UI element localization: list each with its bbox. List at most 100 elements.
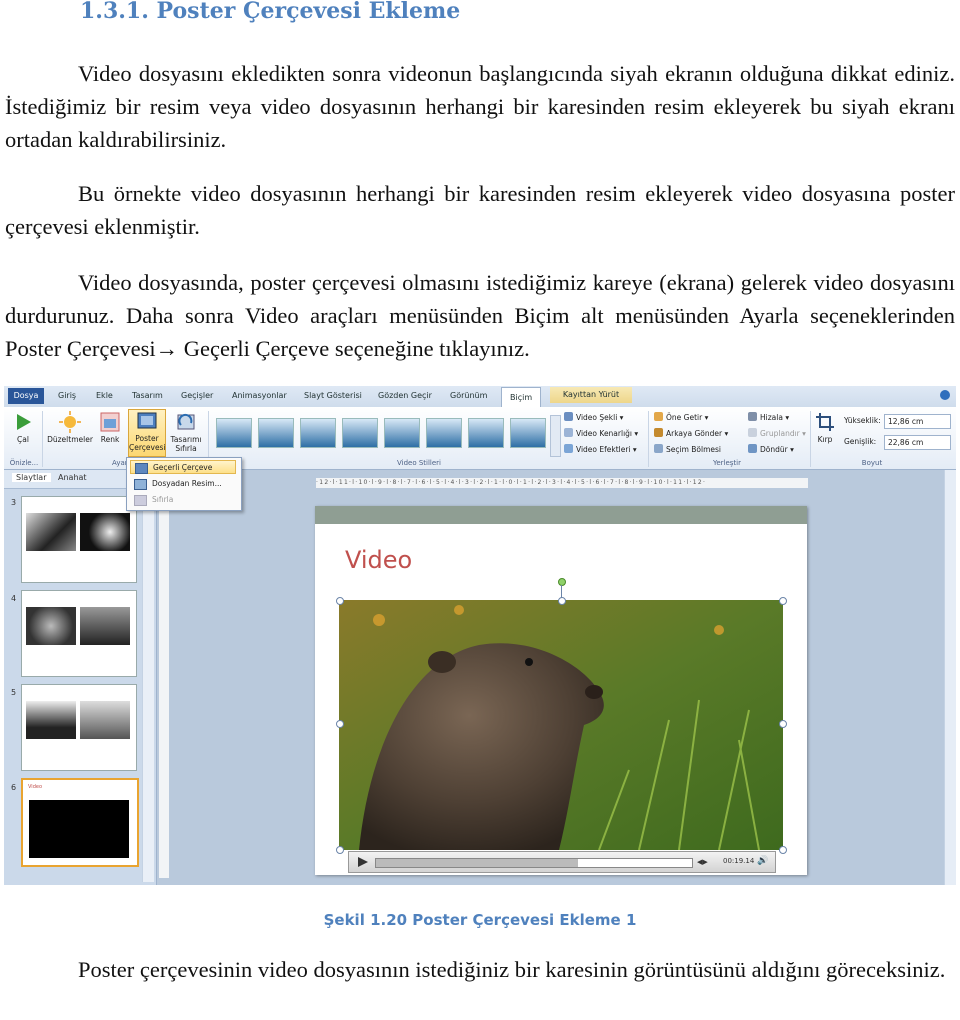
selection-pane-label: Seçim Bölmesi <box>666 445 722 454</box>
tab-view[interactable]: Görünüm <box>450 391 487 400</box>
resize-handle[interactable] <box>336 597 344 605</box>
vertical-ruler <box>159 494 169 878</box>
tab-review[interactable]: Gözden Geçir <box>378 391 432 400</box>
video-shape-icon <box>564 412 573 421</box>
align-label: Hizala <box>760 413 783 422</box>
video-controls: ◀▶ 00:19.14 🔊 <box>348 851 776 873</box>
ribbon-tabs: Dosya Giriş Ekle Tasarım Geçişler Animas… <box>4 386 956 408</box>
help-icon[interactable] <box>940 390 950 400</box>
selection-pane-button[interactable]: Seçim Bölmesi <box>654 444 721 454</box>
divider <box>648 411 649 467</box>
slide-title[interactable]: Video <box>345 546 412 574</box>
reset-icon <box>177 413 195 430</box>
horizontal-ruler: ·12·l·11·l·10·l·9·l·8·l·7·l·6·l·5·l·4·l·… <box>316 478 808 488</box>
slide-number: 4 <box>11 594 17 603</box>
video-style-thumb[interactable] <box>300 418 336 448</box>
video-frame[interactable] <box>339 600 783 850</box>
video-style-thumb[interactable] <box>216 418 252 448</box>
reset-option[interactable]: Sıfırla <box>130 493 236 507</box>
video-style-thumb[interactable] <box>426 418 462 448</box>
play-icon[interactable] <box>357 856 369 868</box>
color-icon <box>100 412 120 432</box>
group-menu[interactable]: Gruplandır ▾ <box>748 428 806 438</box>
sun-icon <box>59 411 81 433</box>
video-border-icon <box>564 428 573 437</box>
video-style-thumb[interactable] <box>468 418 504 448</box>
video-style-thumb[interactable] <box>258 418 294 448</box>
slide-thumbnail-3[interactable] <box>21 496 137 583</box>
resize-handle[interactable] <box>558 597 566 605</box>
height-label: Yükseklik: <box>844 416 881 425</box>
tab-format[interactable]: Biçim <box>501 387 542 407</box>
resize-handle[interactable] <box>779 846 787 854</box>
tab-slideshow[interactable]: Slayt Gösterisi <box>304 391 362 400</box>
color-button[interactable]: Renk <box>96 411 124 444</box>
tab-outline[interactable]: Anahat <box>58 473 87 482</box>
slides-pane: Slaytlar Anahat 3 4 5 6 Video <box>4 470 157 885</box>
rotate-icon <box>748 444 757 453</box>
tab-slides[interactable]: Slaytlar <box>12 473 51 482</box>
reset-design-button[interactable]: Tasarımı Sıfırla <box>168 411 204 453</box>
tab-insert[interactable]: Ekle <box>96 391 113 400</box>
height-input[interactable]: 12,86 cm <box>884 414 951 429</box>
thumbnail-image <box>26 513 76 551</box>
width-label: Genişlik: <box>844 437 877 446</box>
image-from-file-label: Dosyadan Resim... <box>152 479 222 488</box>
video-shape-menu[interactable]: Video Şekli ▾ <box>564 412 623 422</box>
slide-thumbnail-6[interactable]: Video <box>21 778 139 867</box>
tab-playback[interactable]: Kayıttan Yürüt <box>550 387 632 403</box>
divider <box>42 411 43 467</box>
group-video-styles-label: Video Stilleri <box>397 459 441 467</box>
divider <box>810 411 811 467</box>
crop-button[interactable]: Kırp <box>812 411 838 444</box>
image-from-file-option[interactable]: Dosyadan Resim... <box>130 477 236 491</box>
resize-handle[interactable] <box>779 720 787 728</box>
paragraph-closing: Poster çerçevesinin video dosyasının ist… <box>5 953 955 986</box>
resize-handle[interactable] <box>336 720 344 728</box>
tab-transitions[interactable]: Geçişler <box>181 391 213 400</box>
paragraph-instructions: Video dosyasında, poster çerçevesi olmas… <box>5 266 955 365</box>
group-arrange-label: Yerleştir <box>713 459 741 467</box>
resize-handle[interactable] <box>779 597 787 605</box>
step-icons[interactable]: ◀▶ <box>697 858 708 866</box>
slide-thumbnail-4[interactable] <box>21 590 137 677</box>
styles-gallery-scroll[interactable] <box>550 415 561 457</box>
pane-scrollbar[interactable] <box>142 492 154 882</box>
video-border-menu[interactable]: Video Kenarlığı ▾ <box>564 428 638 438</box>
rotate-menu[interactable]: Döndür ▾ <box>748 444 794 454</box>
figure-caption: Şekil 1.20 Poster Çerçevesi Ekleme 1 <box>323 911 637 929</box>
frame-icon <box>135 463 148 474</box>
rotate-handle[interactable] <box>558 578 566 586</box>
align-menu[interactable]: Hizala ▾ <box>748 412 789 422</box>
current-frame-option[interactable]: Geçerli Çerçeve <box>130 460 236 474</box>
thumbnail-image <box>80 607 130 645</box>
tab-animations[interactable]: Animasyonlar <box>232 391 287 400</box>
send-backward-menu[interactable]: Arkaya Gönder ▾ <box>654 428 728 438</box>
paragraph-3-part2: Geçerli Çerçeve seçeneğine tıklayınız. <box>178 336 530 361</box>
video-style-thumb[interactable] <box>510 418 546 448</box>
thumbnail-image <box>26 701 76 739</box>
seek-bar[interactable] <box>375 858 693 868</box>
paragraph-4-text: Poster çerçevesinin video dosyasının ist… <box>78 957 946 982</box>
reset-design-label: Tasarımı Sıfırla <box>170 435 202 453</box>
slide-scrollbar[interactable] <box>944 470 956 885</box>
slide-thumbnail-5[interactable] <box>21 684 137 771</box>
volume-icon[interactable]: 🔊 <box>757 856 768 866</box>
section-heading: 1.3.1. Poster Çerçevesi Ekleme <box>80 0 461 24</box>
send-backward-icon <box>654 428 663 437</box>
bring-forward-menu[interactable]: Öne Getir ▾ <box>654 412 708 422</box>
group-size-label: Boyut <box>861 459 883 467</box>
tab-home[interactable]: Giriş <box>58 391 76 400</box>
resize-handle[interactable] <box>336 846 344 854</box>
marmot-image <box>339 600 783 850</box>
corrections-button[interactable]: Düzeltmeler <box>44 411 96 444</box>
video-style-thumb[interactable] <box>342 418 378 448</box>
tab-file[interactable]: Dosya <box>8 388 44 404</box>
play-button[interactable]: Çal <box>8 411 38 444</box>
thumbnail-title: Video <box>28 784 43 790</box>
width-input[interactable]: 22,86 cm <box>884 435 951 450</box>
tab-design[interactable]: Tasarım <box>132 391 163 400</box>
poster-frame-button[interactable]: Poster Çerçevesi <box>128 409 166 457</box>
video-effects-menu[interactable]: Video Efektleri ▾ <box>564 444 637 454</box>
video-style-thumb[interactable] <box>384 418 420 448</box>
